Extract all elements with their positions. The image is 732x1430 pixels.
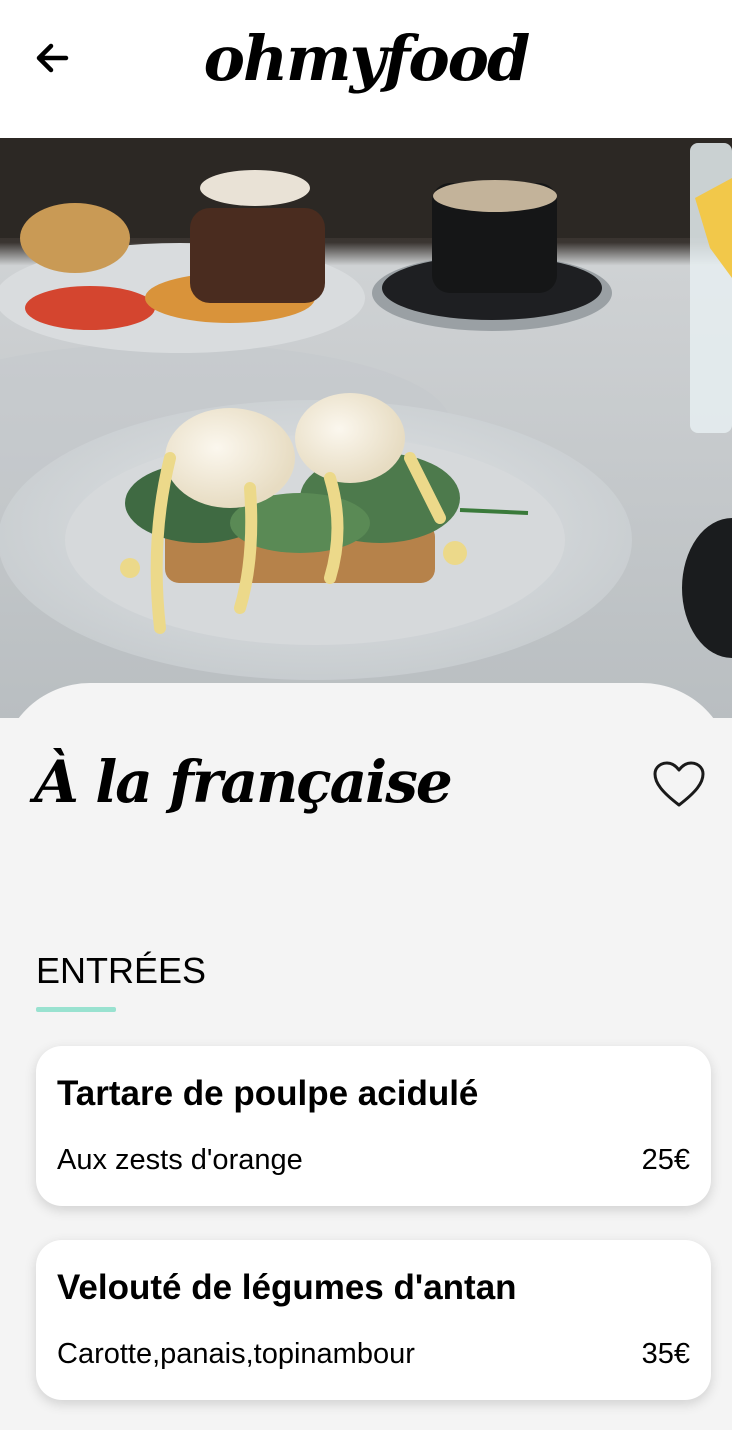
restaurant-hero-image [0,138,732,718]
app-logo[interactable]: ohmyfood [0,22,732,95]
restaurant-name: À la française [34,748,453,816]
dish-name: Tartare de poulpe acidulé [57,1074,479,1113]
section-underline [36,1007,116,1012]
section-title: ENTRÉES [36,950,207,991]
favorite-button[interactable] [652,760,706,810]
app-header: ohmyfood [0,0,732,138]
heart-outline-icon [652,761,706,814]
dish-price: 25€ [641,1144,690,1176]
dish-price: 35€ [641,1338,690,1370]
dish-name: Velouté de légumes d'antan [57,1268,517,1307]
dish-card[interactable]: Velouté de légumes d'antan Carotte,panai… [36,1240,711,1400]
dish-card[interactable]: Tartare de poulpe acidulé Aux zests d'or… [36,1046,711,1206]
dish-description: Carotte,panais,topinambour [57,1338,415,1370]
dish-description: Aux zests d'orange [57,1144,303,1176]
